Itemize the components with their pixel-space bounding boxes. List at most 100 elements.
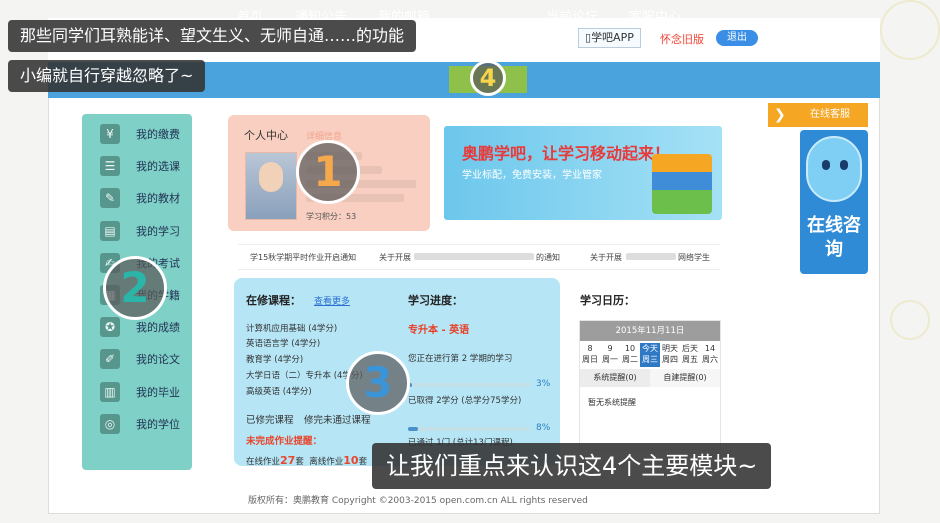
failed-courses-link[interactable]: 修完未通过课程 xyxy=(304,412,371,426)
badge-module-1: 1 xyxy=(296,140,360,204)
footer: 版权所有：奥鹏教育 Copyright ©2003-2015 open.com.… xyxy=(48,490,880,512)
pass-percent: 8% xyxy=(536,423,551,433)
offline-hw-count: 10 xyxy=(343,454,359,467)
calendar-heading: 学习日历： xyxy=(580,294,635,307)
badge-module-4: 4 xyxy=(470,60,506,96)
credit-percent: 3% xyxy=(536,379,551,389)
completed-courses-link[interactable]: 已修完课程 xyxy=(246,412,294,426)
calendar-day[interactable]: 8 周日 xyxy=(580,343,600,367)
calendar-note: 暂无系统提醒 xyxy=(588,398,636,407)
fee-icon: ¥ xyxy=(100,124,120,144)
course-item[interactable]: 计算机应用基础 (4学分) xyxy=(246,322,337,334)
logout-button[interactable]: 退出 xyxy=(716,30,758,46)
mascot-eye xyxy=(822,160,830,170)
books-illustration xyxy=(652,154,712,214)
calendar-day-number: 10 xyxy=(624,344,636,353)
tab-system-reminders[interactable]: 系统提醒(0) xyxy=(580,369,650,387)
progress-heading: 学习进度： xyxy=(408,294,463,307)
online-service-label: 在线客服 xyxy=(810,109,850,120)
nav-item-forum[interactable]: 当前论坛 xyxy=(546,0,598,36)
grade-icon: ✪ xyxy=(100,317,120,338)
background-decoration xyxy=(880,0,940,60)
redacted-info xyxy=(414,253,534,260)
calendar-day[interactable]: 明天 周四 xyxy=(660,343,680,367)
course-select-icon: ☰ xyxy=(100,156,120,177)
notice-item[interactable]: 关于开展 xyxy=(590,252,622,263)
profile-title: 个人中心 xyxy=(244,129,288,142)
calendar-weekday: 周五 xyxy=(682,355,698,364)
mascot-icon xyxy=(806,136,862,202)
sidebar-item[interactable]: ✐ 我的论文 xyxy=(82,343,192,375)
homework-summary[interactable]: 在线作业27套 离线作业10套 xyxy=(246,454,367,467)
course-item[interactable]: 教育学 (4学分) xyxy=(246,353,303,365)
tab-custom-reminders[interactable]: 自建提醒(0) xyxy=(650,369,720,387)
sidebar-item-label: 我的教材 xyxy=(136,192,180,206)
caption-bottom: 让我们重点来认识这4个主要模块~ xyxy=(372,443,772,489)
more-courses-link[interactable]: 查看更多 xyxy=(314,294,350,307)
notice-item[interactable]: 学15秋学期平时作业开启通知 xyxy=(250,252,356,263)
mascot-eye xyxy=(840,160,848,170)
sidebar-item-label: 我的论文 xyxy=(136,353,180,367)
course-item[interactable]: 高级英语 (4学分) xyxy=(246,385,312,397)
pass-progress-bar xyxy=(408,427,530,431)
unfinished-homework-heading: 未完成作业提醒： xyxy=(246,436,323,447)
notice-item[interactable]: 关于开展 xyxy=(379,252,411,263)
calendar-day[interactable]: 今天 周三 xyxy=(640,343,660,367)
banner-title: 奥鹏学吧，让学习移动起来！ xyxy=(462,144,671,163)
calendar-weekday: 周二 xyxy=(622,355,638,364)
unit-label: 套 xyxy=(295,457,304,467)
online-hw-label: 在线作业 xyxy=(246,457,281,467)
thesis-icon: ✐ xyxy=(100,349,120,370)
online-service-tab[interactable]: ❯ 在线客服 xyxy=(768,103,868,127)
sidebar-item[interactable]: ¥ 我的缴费 xyxy=(82,118,192,150)
caption-top-2: 小编就自行穿越忽略了~ xyxy=(8,60,206,92)
sidebar-item[interactable]: ▥ 我的毕业 xyxy=(82,376,192,408)
textbook-icon: ✎ xyxy=(100,188,120,209)
online-hw-count: 27 xyxy=(280,454,296,467)
banner-subtitle: 学业标配，免费安装，学业管家 xyxy=(462,170,602,181)
sidebar-item[interactable]: ✎ 我的教材 xyxy=(82,182,192,214)
study-calendar: 2015年11月11日 8 周日 9 周一 10 周二 今天周三 明天 周四 后天 周五 14 周六 系… xyxy=(579,320,721,450)
calendar-day[interactable]: 后天 周五 xyxy=(680,343,700,367)
graduation-icon: ▥ xyxy=(100,381,120,402)
calendar-weekday: 周六 xyxy=(702,355,718,364)
progress-major: 专升本 - 英语 xyxy=(408,325,470,336)
offline-hw-label: 离线作业 xyxy=(309,457,344,467)
sidebar-item-label: 我的成绩 xyxy=(136,321,180,335)
profile-score: 学习积分：53 xyxy=(306,212,357,221)
calendar-weekday: 周日 xyxy=(582,355,598,364)
sidebar-item[interactable]: ▤ 我的学习 xyxy=(82,215,192,247)
caption-top-1: 那些同学们耳熟能详、望文生义、无师自通……的功能 xyxy=(8,20,417,52)
sidebar-item-label: 我的学位 xyxy=(136,417,180,431)
sidebar-item[interactable]: ☰ 我的选课 xyxy=(82,150,192,182)
degree-icon: ◎ xyxy=(100,413,120,434)
nav-item-service[interactable]: 客服中心 xyxy=(629,0,681,36)
calendar-day-number: 9 xyxy=(607,344,613,353)
credit-progress-bar xyxy=(408,383,530,387)
calendar-month: 2015年11月11日 xyxy=(580,321,720,341)
calendar-weekday: 周三 xyxy=(642,355,658,364)
notice-item[interactable]: 的通知 xyxy=(536,252,560,263)
badge-module-3: 3 xyxy=(346,351,410,415)
online-consult-label: 在线咨询 xyxy=(807,215,861,260)
sidebar-item[interactable]: ◎ 我的学位 xyxy=(82,408,192,440)
app-banner[interactable]: 奥鹏学吧，让学习移动起来！ 学业标配，免费安装，学业管家 xyxy=(444,126,722,220)
credits-text: 已取得 2学分 (总学分75学分) xyxy=(408,396,522,406)
pass-progress-fill xyxy=(408,427,418,431)
sidebar-item-label: 我的学习 xyxy=(136,224,180,238)
sidebar-item-label: 我的缴费 xyxy=(136,128,180,141)
calendar-day[interactable]: 10 周二 xyxy=(620,343,640,367)
calendar-day-number: 8 xyxy=(587,344,593,353)
calendar-day-number: 今天 xyxy=(642,344,658,353)
course-item[interactable]: 英语语言学 (4学分) xyxy=(246,337,320,349)
calendar-weekday: 周一 xyxy=(602,355,618,364)
calendar-day[interactable]: 14 周六 xyxy=(700,343,720,367)
unit-label: 套 xyxy=(358,457,368,467)
sidebar-item-label: 我的选课 xyxy=(136,160,180,174)
calendar-day-number: 14 xyxy=(704,344,716,353)
badge-module-2: 2 xyxy=(103,256,167,320)
sidebar-item-label: 我的毕业 xyxy=(136,385,180,399)
redacted-info xyxy=(626,253,676,260)
notice-item[interactable]: 网络学生 xyxy=(678,252,710,263)
calendar-day[interactable]: 9 周一 xyxy=(600,343,620,367)
